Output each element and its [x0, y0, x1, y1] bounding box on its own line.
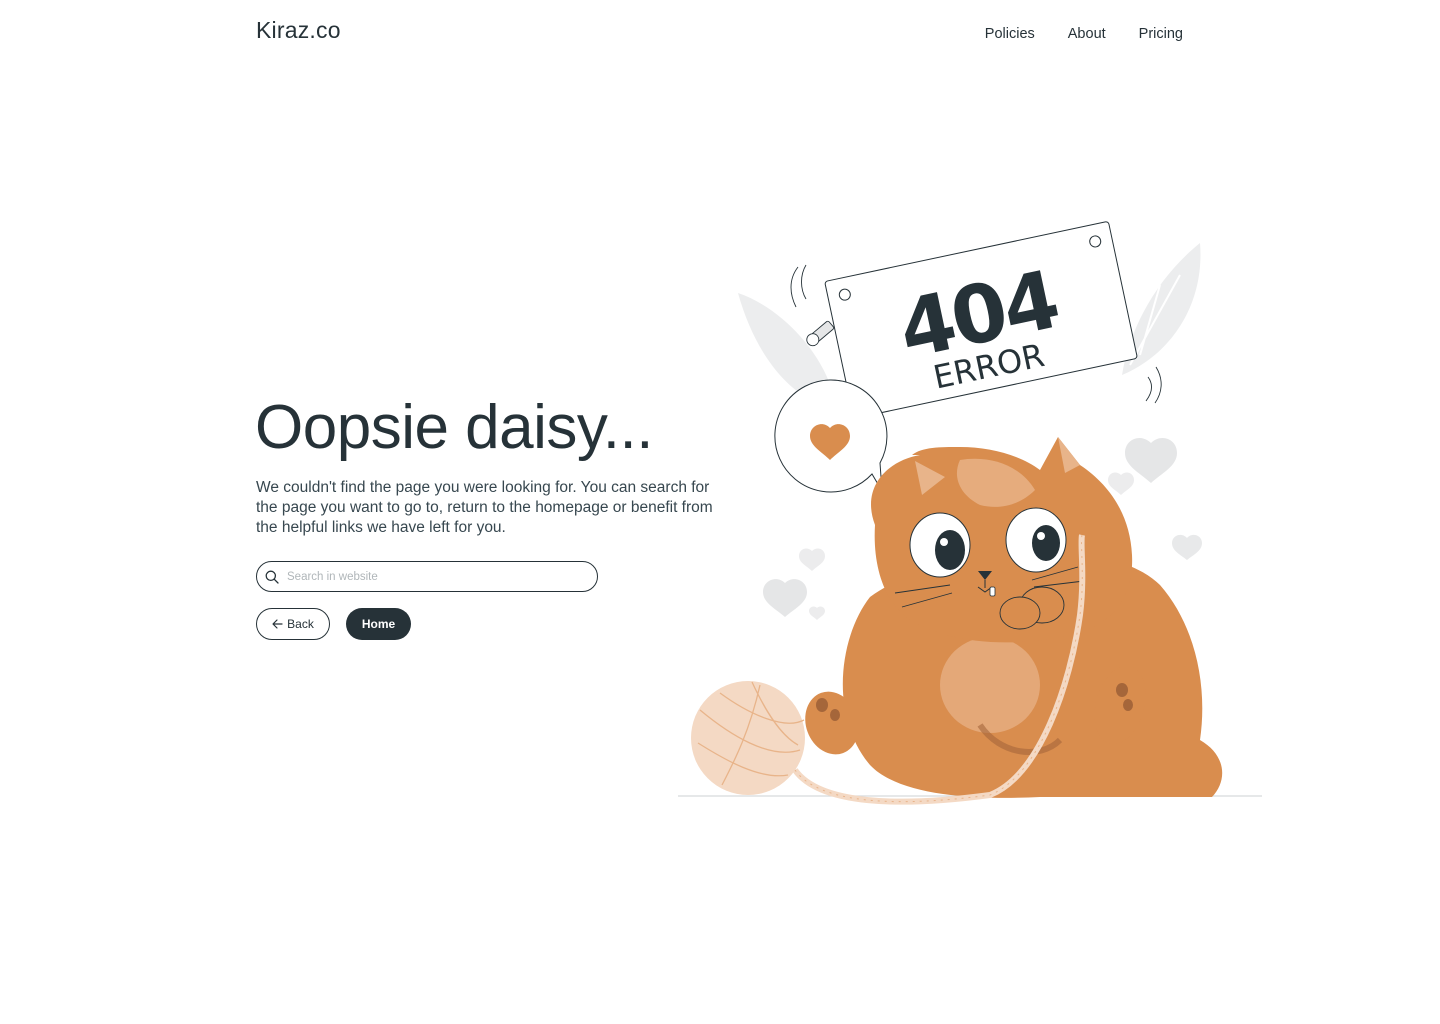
heart-shape [1108, 472, 1134, 495]
nav-link-about[interactable]: About [1068, 26, 1106, 42]
error-illustration: 404 ERROR [678, 221, 1262, 805]
site-logo[interactable]: Kiraz.co [256, 17, 341, 44]
arrow-left-icon [272, 619, 283, 629]
top-nav: Policies About Pricing [985, 26, 1183, 42]
heart-shape [763, 579, 807, 617]
back-button-label: Back [287, 617, 314, 631]
error-sign: 404 ERROR [824, 221, 1138, 419]
home-button[interactable]: Home [346, 608, 411, 640]
page-title: Oopsie daisy... [255, 393, 653, 462]
heart-shape [809, 606, 825, 620]
heart-shape [1172, 534, 1202, 560]
nav-link-pricing[interactable]: Pricing [1139, 26, 1183, 42]
speech-bubble [774, 379, 888, 493]
error-description: We couldn't find the page you were looki… [256, 479, 713, 536]
search-input[interactable] [287, 570, 587, 583]
search-icon [265, 570, 279, 584]
back-button[interactable]: Back [256, 608, 330, 640]
nav-link-policies[interactable]: Policies [985, 26, 1035, 42]
search-bar[interactable] [256, 561, 598, 592]
screw-icon [806, 320, 835, 347]
cat-illustration [805, 437, 1223, 798]
heart-shape [799, 548, 825, 571]
